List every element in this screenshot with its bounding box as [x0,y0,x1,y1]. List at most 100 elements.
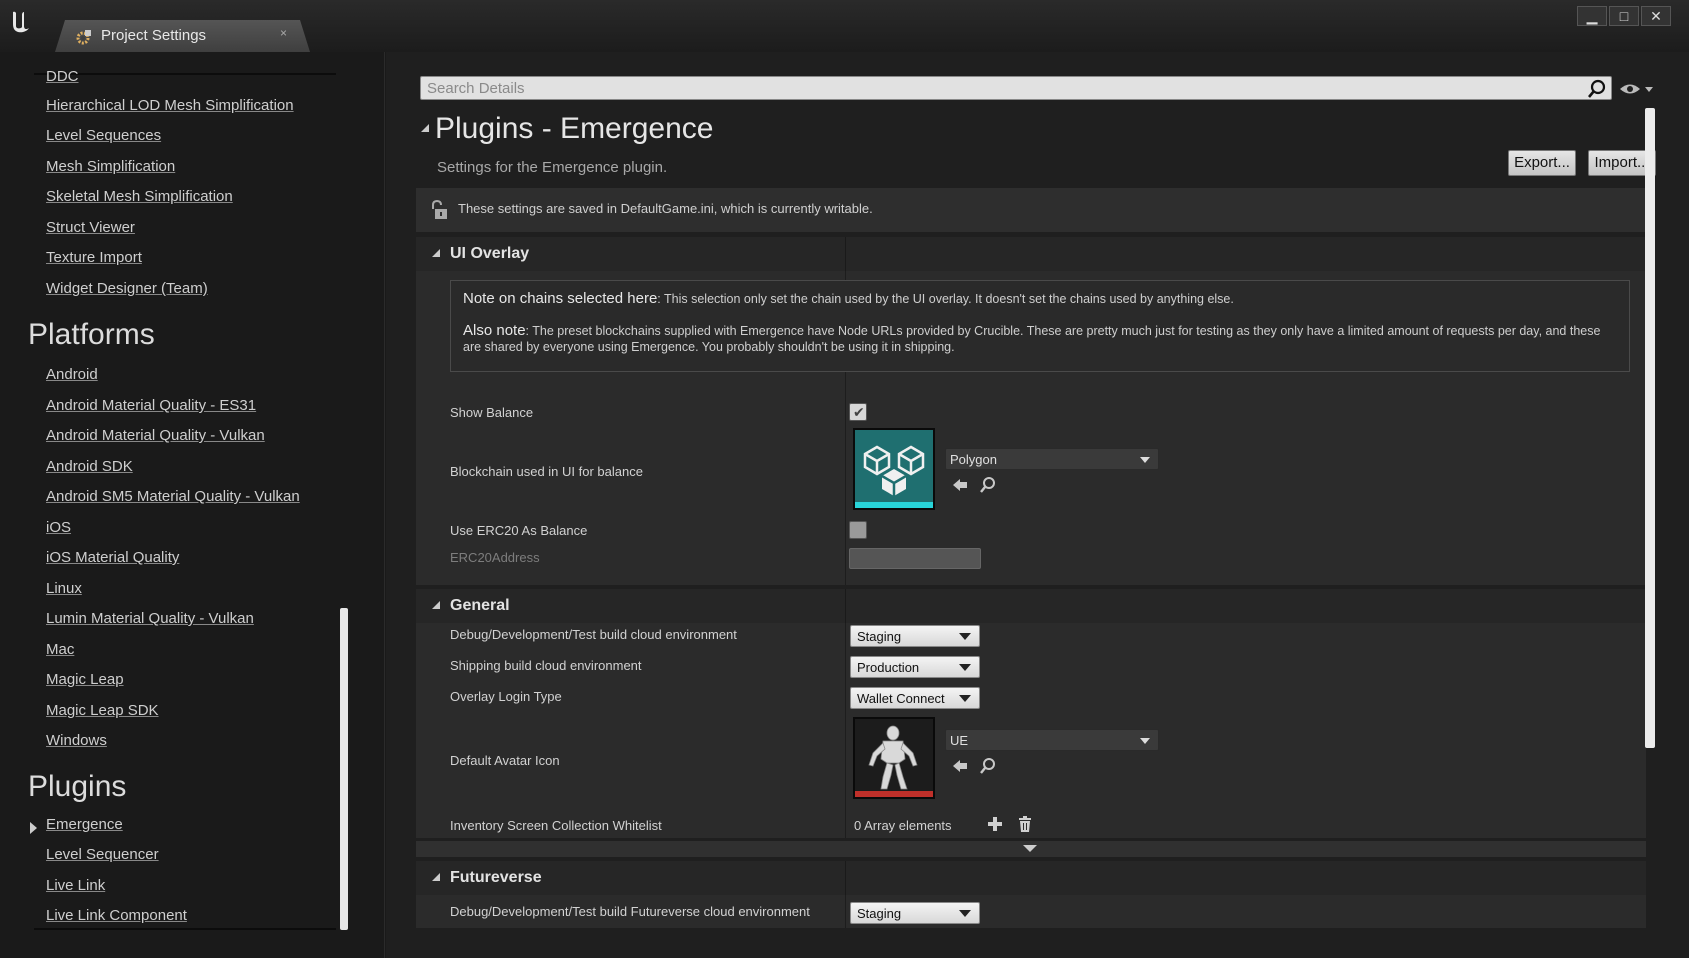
nav-item-ddc[interactable]: DDC [46,68,79,85]
shipping-env-dropdown[interactable]: Production [850,656,980,678]
details-scrollbar[interactable] [1645,108,1655,748]
debug-env-dropdown[interactable]: Staging [850,625,980,647]
nav-item-skeletal-mesh-simplification[interactable]: Skeletal Mesh Simplification [46,188,233,205]
nav-section-platforms: Platforms [28,318,155,351]
browse-asset-search-icon[interactable] [979,476,997,494]
category-ui-overlay[interactable]: UI Overlay [416,237,1646,271]
search-details-input[interactable] [427,79,1577,97]
erc20-address-input[interactable] [849,548,981,569]
selected-arrow-icon [30,822,37,834]
add-element-plus-icon[interactable] [986,815,1004,833]
browse-asset-search-icon[interactable] [979,757,997,775]
unreal-logo-icon [7,7,35,35]
debug-env-label: Debug/Development/Test build cloud envir… [450,627,737,642]
category-general[interactable]: General [416,589,1646,623]
chains-note-box: Note on chains selected here: This selec… [450,280,1630,372]
debug-env-value: Staging [857,629,902,644]
use-selected-arrow-icon[interactable] [951,757,969,775]
note-2-body: : The preset blockchains supplied with E… [463,324,1601,354]
delete-trash-icon[interactable] [1016,815,1034,833]
blockchain-value: Polygon [950,452,997,467]
collapse-title-icon[interactable] [421,124,429,132]
search-details-box[interactable] [420,76,1612,100]
futureverse-debug-env-dropdown[interactable]: Staging [850,902,980,924]
config-notice-bar: These settings are saved in DefaultGame.… [416,188,1646,232]
dropdown-caret-icon [959,633,971,640]
avatar-asset-thumbnail[interactable] [853,717,935,799]
collapse-category-icon [432,873,440,881]
page-title: Plugins - Emergence [435,112,714,145]
login-type-dropdown[interactable]: Wallet Connect [850,687,980,709]
nav-item-live-link[interactable]: Live Link [46,877,105,894]
nav-item-magic-leap-sdk[interactable]: Magic Leap SDK [46,702,159,719]
column-divider [845,589,846,623]
close-button[interactable]: ✕ [1641,6,1671,26]
maximize-button[interactable]: □ [1609,6,1639,26]
nav-bottom-divider [34,928,336,930]
details-panel: Plugins - Emergence Settings for the Eme… [386,52,1689,958]
dropdown-caret-icon [959,664,971,671]
collection-whitelist-label: Inventory Screen Collection Whitelist [450,818,662,833]
nav-item-level-sequencer[interactable]: Level Sequencer [46,846,159,863]
note-line-1: Note on chains selected here: This selec… [463,291,1613,307]
login-type-value: Wallet Connect [857,691,945,706]
category-futureverse[interactable]: Futureverse [416,861,1646,895]
export-button[interactable]: Export... [1508,150,1576,176]
avatar-icon-label: Default Avatar Icon [450,753,560,768]
tab-close-icon[interactable]: × [280,26,287,40]
chevron-down-icon [1140,738,1150,744]
checkmark-icon: ✔ [853,404,865,420]
nav-item-android-sm5-material-quality-vulkan[interactable]: Android SM5 Material Quality - Vulkan [46,488,300,505]
settings-nav-panel: DDC Hierarchical LOD Mesh Simplification… [0,52,385,958]
nav-item-texture-import[interactable]: Texture Import [46,249,142,266]
nav-item-lumin-material-quality-vulkan[interactable]: Lumin Material Quality - Vulkan [46,610,254,627]
nav-item-ios[interactable]: iOS [46,519,71,536]
nav-item-windows[interactable]: Windows [46,732,107,749]
config-notice-text: These settings are saved in DefaultGame.… [458,201,873,216]
futureverse-debug-env-value: Staging [857,906,902,921]
search-icon[interactable] [1587,79,1607,99]
nav-item-mac[interactable]: Mac [46,641,74,658]
property-column-divider [845,623,846,838]
nav-item-android-material-quality-vulkan[interactable]: Android Material Quality - Vulkan [46,427,265,444]
property-column-divider [845,895,846,928]
nav-item-widget-designer-team[interactable]: Widget Designer (Team) [46,280,208,297]
shipping-env-label: Shipping build cloud environment [450,658,642,673]
nav-item-emergence[interactable]: Emergence [46,816,123,833]
view-options-eye-icon[interactable] [1618,79,1658,99]
nav-item-mesh-simplification[interactable]: Mesh Simplification [46,158,175,175]
minimize-button[interactable]: ▁ [1577,6,1607,26]
blockchain-asset-thumbnail[interactable] [853,428,935,510]
use-selected-arrow-icon[interactable] [951,476,969,494]
nav-item-struct-viewer[interactable]: Struct Viewer [46,219,135,236]
advanced-expand-bar[interactable] [416,841,1646,857]
nav-item-android-sdk[interactable]: Android SDK [46,458,133,475]
tab-title: Project Settings [101,27,207,44]
shipping-env-value: Production [857,660,920,675]
futureverse-debug-env-label: Debug/Development/Test build Futureverse… [450,904,810,919]
nav-item-ios-material-quality[interactable]: iOS Material Quality [46,549,179,566]
nav-item-linux[interactable]: Linux [46,580,82,597]
nav-item-android-material-quality-es31[interactable]: Android Material Quality - ES31 [46,397,256,414]
avatar-asset-combo[interactable]: UE [945,729,1159,751]
nav-item-level-sequences[interactable]: Level Sequences [46,127,161,144]
nav-item-hlod-mesh-simplification[interactable]: Hierarchical LOD Mesh Simplification [46,97,294,114]
nav-item-live-link-component[interactable]: Live Link Component [46,907,187,924]
show-balance-checkbox[interactable]: ✔ [849,403,867,421]
project-settings-window: Project Settings × ▁ □ ✕ DDC Hierarchica… [0,0,1689,958]
page-subtitle: Settings for the Emergence plugin. [437,159,668,176]
nav-scrollbar[interactable] [340,608,348,930]
note-line-2: Also note: The preset blockchains suppli… [463,323,1613,355]
dropdown-caret-icon [959,910,971,917]
nav-section-plugins: Plugins [28,770,127,803]
nav-item-android[interactable]: Android [46,366,98,383]
tab-project-settings[interactable]: Project Settings × [55,20,310,52]
category-label: UI Overlay [450,245,530,262]
blockchain-asset-combo[interactable]: Polygon [945,448,1159,470]
dropdown-caret-icon [959,695,971,702]
settings-gear-icon [75,28,93,46]
nav-item-magic-leap[interactable]: Magic Leap [46,671,124,688]
collapse-category-icon [432,601,440,609]
use-erc20-checkbox[interactable] [849,521,867,539]
blockchain-label: Blockchain used in UI for balance [450,464,643,479]
